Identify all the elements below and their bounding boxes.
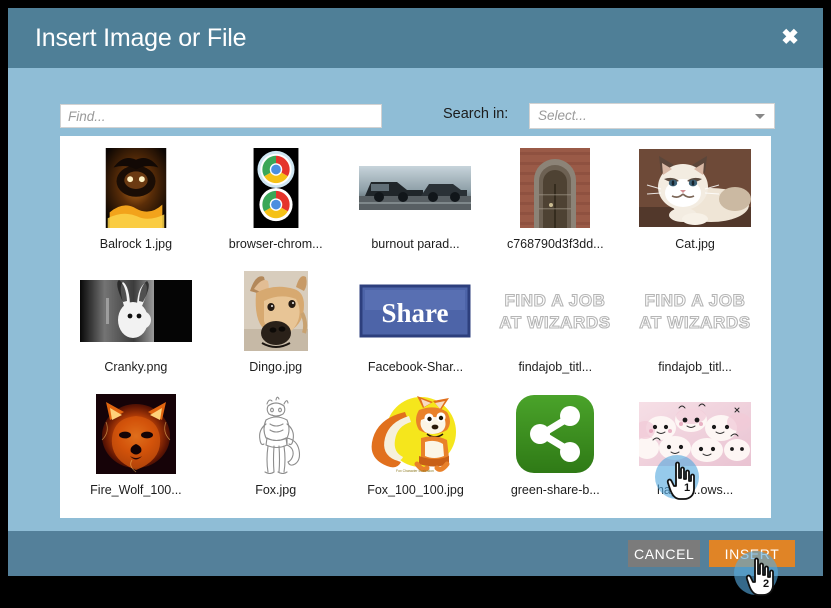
file-label: Dingo.jpg xyxy=(249,360,303,374)
file-item[interactable]: Cranky.png xyxy=(66,271,206,394)
file-thumbnail: FIND A JOB AT WIZARDS xyxy=(636,271,754,351)
file-thumbnail: Fox Character Illustration xyxy=(356,394,474,474)
file-thumbnail xyxy=(77,394,195,474)
file-thumbnail xyxy=(77,271,195,351)
file-label: Balrock 1.jpg xyxy=(99,237,173,251)
file-thumbnail xyxy=(217,148,335,228)
file-item[interactable]: Share Facebook-Shar... xyxy=(346,271,486,394)
file-label: findajob_titl... xyxy=(658,360,732,374)
file-item[interactable]: Fox Character Illustration Fox_100_100.j… xyxy=(346,394,486,517)
file-thumbnail xyxy=(636,148,754,228)
file-grid: Balrock 1.jpg browser-chrom... burnout p… xyxy=(60,136,771,517)
file-thumbnail: Share xyxy=(356,271,474,351)
file-thumbnail xyxy=(636,394,754,474)
file-item[interactable]: Balrock 1.jpg xyxy=(66,148,206,271)
file-label: green-share-b... xyxy=(510,483,600,497)
svg-text:FIND A JOB: FIND A JOB xyxy=(505,291,606,310)
cancel-button[interactable]: CANCEL xyxy=(628,540,700,567)
file-item[interactable]: Fox.jpg xyxy=(206,394,346,517)
file-label: Facebook-Shar... xyxy=(367,360,464,374)
file-item[interactable]: Cat.jpg xyxy=(625,148,765,271)
file-item[interactable]: FIND A JOB AT WIZARDS findajob_titl... xyxy=(485,271,625,394)
file-item[interactable]: happy...ows... xyxy=(625,394,765,517)
insert-button[interactable]: INSERT xyxy=(709,540,795,567)
file-label: Fox_100_100.jpg xyxy=(367,483,464,497)
file-thumbnail xyxy=(77,148,195,228)
dialog-header: Insert Image or File ✖ xyxy=(8,8,823,68)
search-in-label: Search in: xyxy=(443,106,509,122)
close-icon[interactable]: ✖ xyxy=(776,24,804,52)
file-item[interactable]: burnout parad... xyxy=(346,148,486,271)
svg-text:AT WIZARDS: AT WIZARDS xyxy=(500,313,611,332)
file-item[interactable]: Fire_Wolf_100... xyxy=(66,394,206,517)
insert-image-dialog: Insert Image or File ✖ Search in: Select… xyxy=(8,8,823,576)
file-label: happy...ows... xyxy=(656,483,734,497)
file-thumbnail: FIND A JOB AT WIZARDS xyxy=(496,271,614,351)
svg-text:Fox Character Illustration: Fox Character Illustration xyxy=(397,469,435,473)
file-item[interactable]: Dingo.jpg xyxy=(206,271,346,394)
file-label: Fox.jpg xyxy=(255,483,297,497)
file-label: Fire_Wolf_100... xyxy=(90,483,182,497)
file-thumbnail xyxy=(217,271,335,351)
file-item[interactable]: FIND A JOB AT WIZARDS findajob_titl... xyxy=(625,271,765,394)
file-label: browser-chrom... xyxy=(228,237,323,251)
file-browser-panel[interactable]: Balrock 1.jpg browser-chrom... burnout p… xyxy=(60,136,771,518)
dialog-footer: CANCEL INSERT xyxy=(8,531,823,576)
chevron-down-icon xyxy=(755,114,765,119)
file-item[interactable]: c768790d3f3dd... xyxy=(485,148,625,271)
svg-text:Share: Share xyxy=(382,298,449,328)
file-thumbnail xyxy=(496,394,614,474)
file-label: findajob_titl... xyxy=(518,360,593,374)
search-in-select[interactable]: Select... xyxy=(529,103,775,129)
file-label: Cranky.png xyxy=(104,360,168,374)
page-title: Insert Image or File xyxy=(35,24,247,52)
file-label: Cat.jpg xyxy=(675,237,715,251)
file-label: c768790d3f3dd... xyxy=(506,237,604,251)
svg-text:AT WIZARDS: AT WIZARDS xyxy=(639,313,750,332)
svg-text:FIND A JOB: FIND A JOB xyxy=(645,291,746,310)
file-thumbnail xyxy=(496,148,614,228)
file-label: burnout parad... xyxy=(371,237,460,251)
cursor-number: 2 xyxy=(763,578,770,590)
file-item[interactable]: green-share-b... xyxy=(485,394,625,517)
file-thumbnail xyxy=(217,394,335,474)
search-input[interactable] xyxy=(60,104,382,128)
search-row: Search in: Select... xyxy=(8,68,823,136)
file-thumbnail xyxy=(356,148,474,228)
search-in-value: Select... xyxy=(538,108,587,123)
file-item[interactable]: browser-chrom... xyxy=(206,148,346,271)
